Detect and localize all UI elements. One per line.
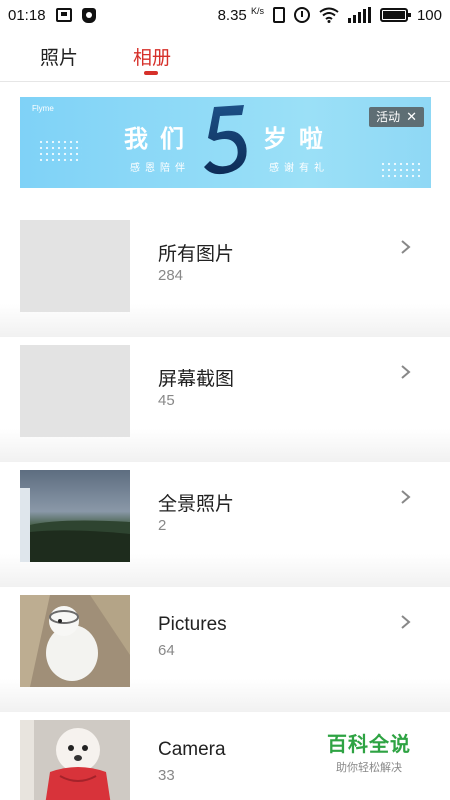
chevron-right-icon — [401, 365, 411, 379]
banner-right-title: 岁啦 — [263, 126, 335, 153]
banner-right-text: 岁啦 感谢有礼 — [263, 119, 335, 174]
album-name: 全景照片 — [158, 494, 235, 515]
status-bar: 01:18 8.35 K/s 100 — [0, 0, 450, 30]
chevron-right-icon — [401, 240, 411, 254]
tab-photos[interactable]: 照片 — [40, 43, 78, 70]
chevron-right-icon — [401, 490, 411, 504]
album-thumbnail — [20, 345, 130, 437]
network-speed-value: 8.35 — [217, 7, 247, 24]
notification-icon — [55, 8, 72, 22]
watermark: 百科全说 助你轻松解决 — [312, 728, 426, 776]
album-name: 屏幕截图 — [158, 369, 235, 390]
shield-icon — [81, 7, 96, 23]
watermark-title: 百科全说 — [327, 734, 411, 756]
album-name: Camera — [158, 739, 226, 760]
album-count: 45 — [158, 392, 175, 409]
tab-indicator — [144, 71, 158, 75]
vibrate-icon — [272, 7, 285, 23]
album-row[interactable]: 全景照片 2 — [0, 462, 450, 587]
album-row[interactable]: 所有图片 284 — [0, 212, 450, 337]
album-name: 所有图片 — [158, 244, 235, 265]
banner-dots-decoration — [380, 161, 420, 181]
promo-banner[interactable]: Flyme 我们 感恩陪伴 5 岁啦 感谢有礼 活动 ✕ — [20, 97, 431, 188]
album-thumbnail — [20, 720, 130, 800]
album-thumbnail — [20, 470, 130, 562]
album-count: 2 — [158, 517, 167, 534]
alarm-icon — [293, 7, 310, 23]
banner-left-text: 我们 感恩陪伴 — [124, 119, 196, 174]
album-thumbnail — [20, 595, 130, 687]
signal-icon — [347, 7, 371, 23]
watermark-subtitle: 助你轻松解决 — [336, 762, 402, 774]
banner-number-5-graphic: 5 — [204, 105, 247, 175]
network-speed: 8.35 K/s — [218, 6, 264, 24]
clock: 01:18 — [8, 6, 46, 24]
album-name: Pictures — [158, 614, 227, 635]
album-count: 33 — [158, 767, 175, 784]
network-speed-unit: K/s — [250, 6, 264, 16]
album-row[interactable]: Pictures 64 — [0, 587, 450, 712]
album-count: 284 — [158, 267, 184, 284]
banner-left-title: 我们 — [124, 126, 196, 153]
banner-right-subtitle: 感谢有礼 — [269, 163, 329, 174]
tab-bar: 照片 相册 — [0, 30, 450, 82]
wifi-icon — [319, 7, 339, 23]
banner-left-subtitle: 感恩陪伴 — [130, 163, 190, 174]
banner-badge[interactable]: 活动 ✕ — [369, 107, 424, 127]
banner-badge-label: 活动 — [376, 110, 401, 124]
album-row[interactable]: 屏幕截图 45 — [0, 337, 450, 462]
dog-photo — [20, 720, 130, 800]
battery-icon — [379, 8, 411, 22]
banner-brand: Flyme — [32, 104, 54, 113]
tab-albums[interactable]: 相册 — [133, 43, 171, 70]
dog-photo — [20, 595, 130, 687]
album-count: 64 — [158, 642, 175, 659]
chevron-right-icon — [401, 615, 411, 629]
panorama-photo — [20, 488, 130, 562]
album-thumbnail — [20, 220, 130, 312]
banner-dots-decoration — [38, 139, 82, 161]
close-icon[interactable]: ✕ — [406, 107, 417, 127]
battery-level: 100 — [416, 6, 442, 24]
